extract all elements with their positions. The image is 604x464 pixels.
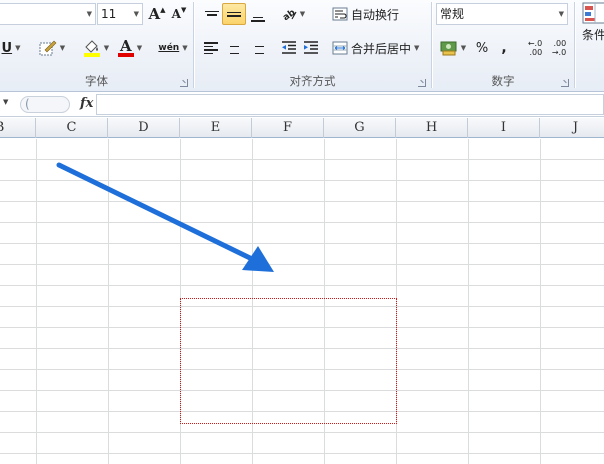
annotation-arrow	[56, 162, 274, 272]
